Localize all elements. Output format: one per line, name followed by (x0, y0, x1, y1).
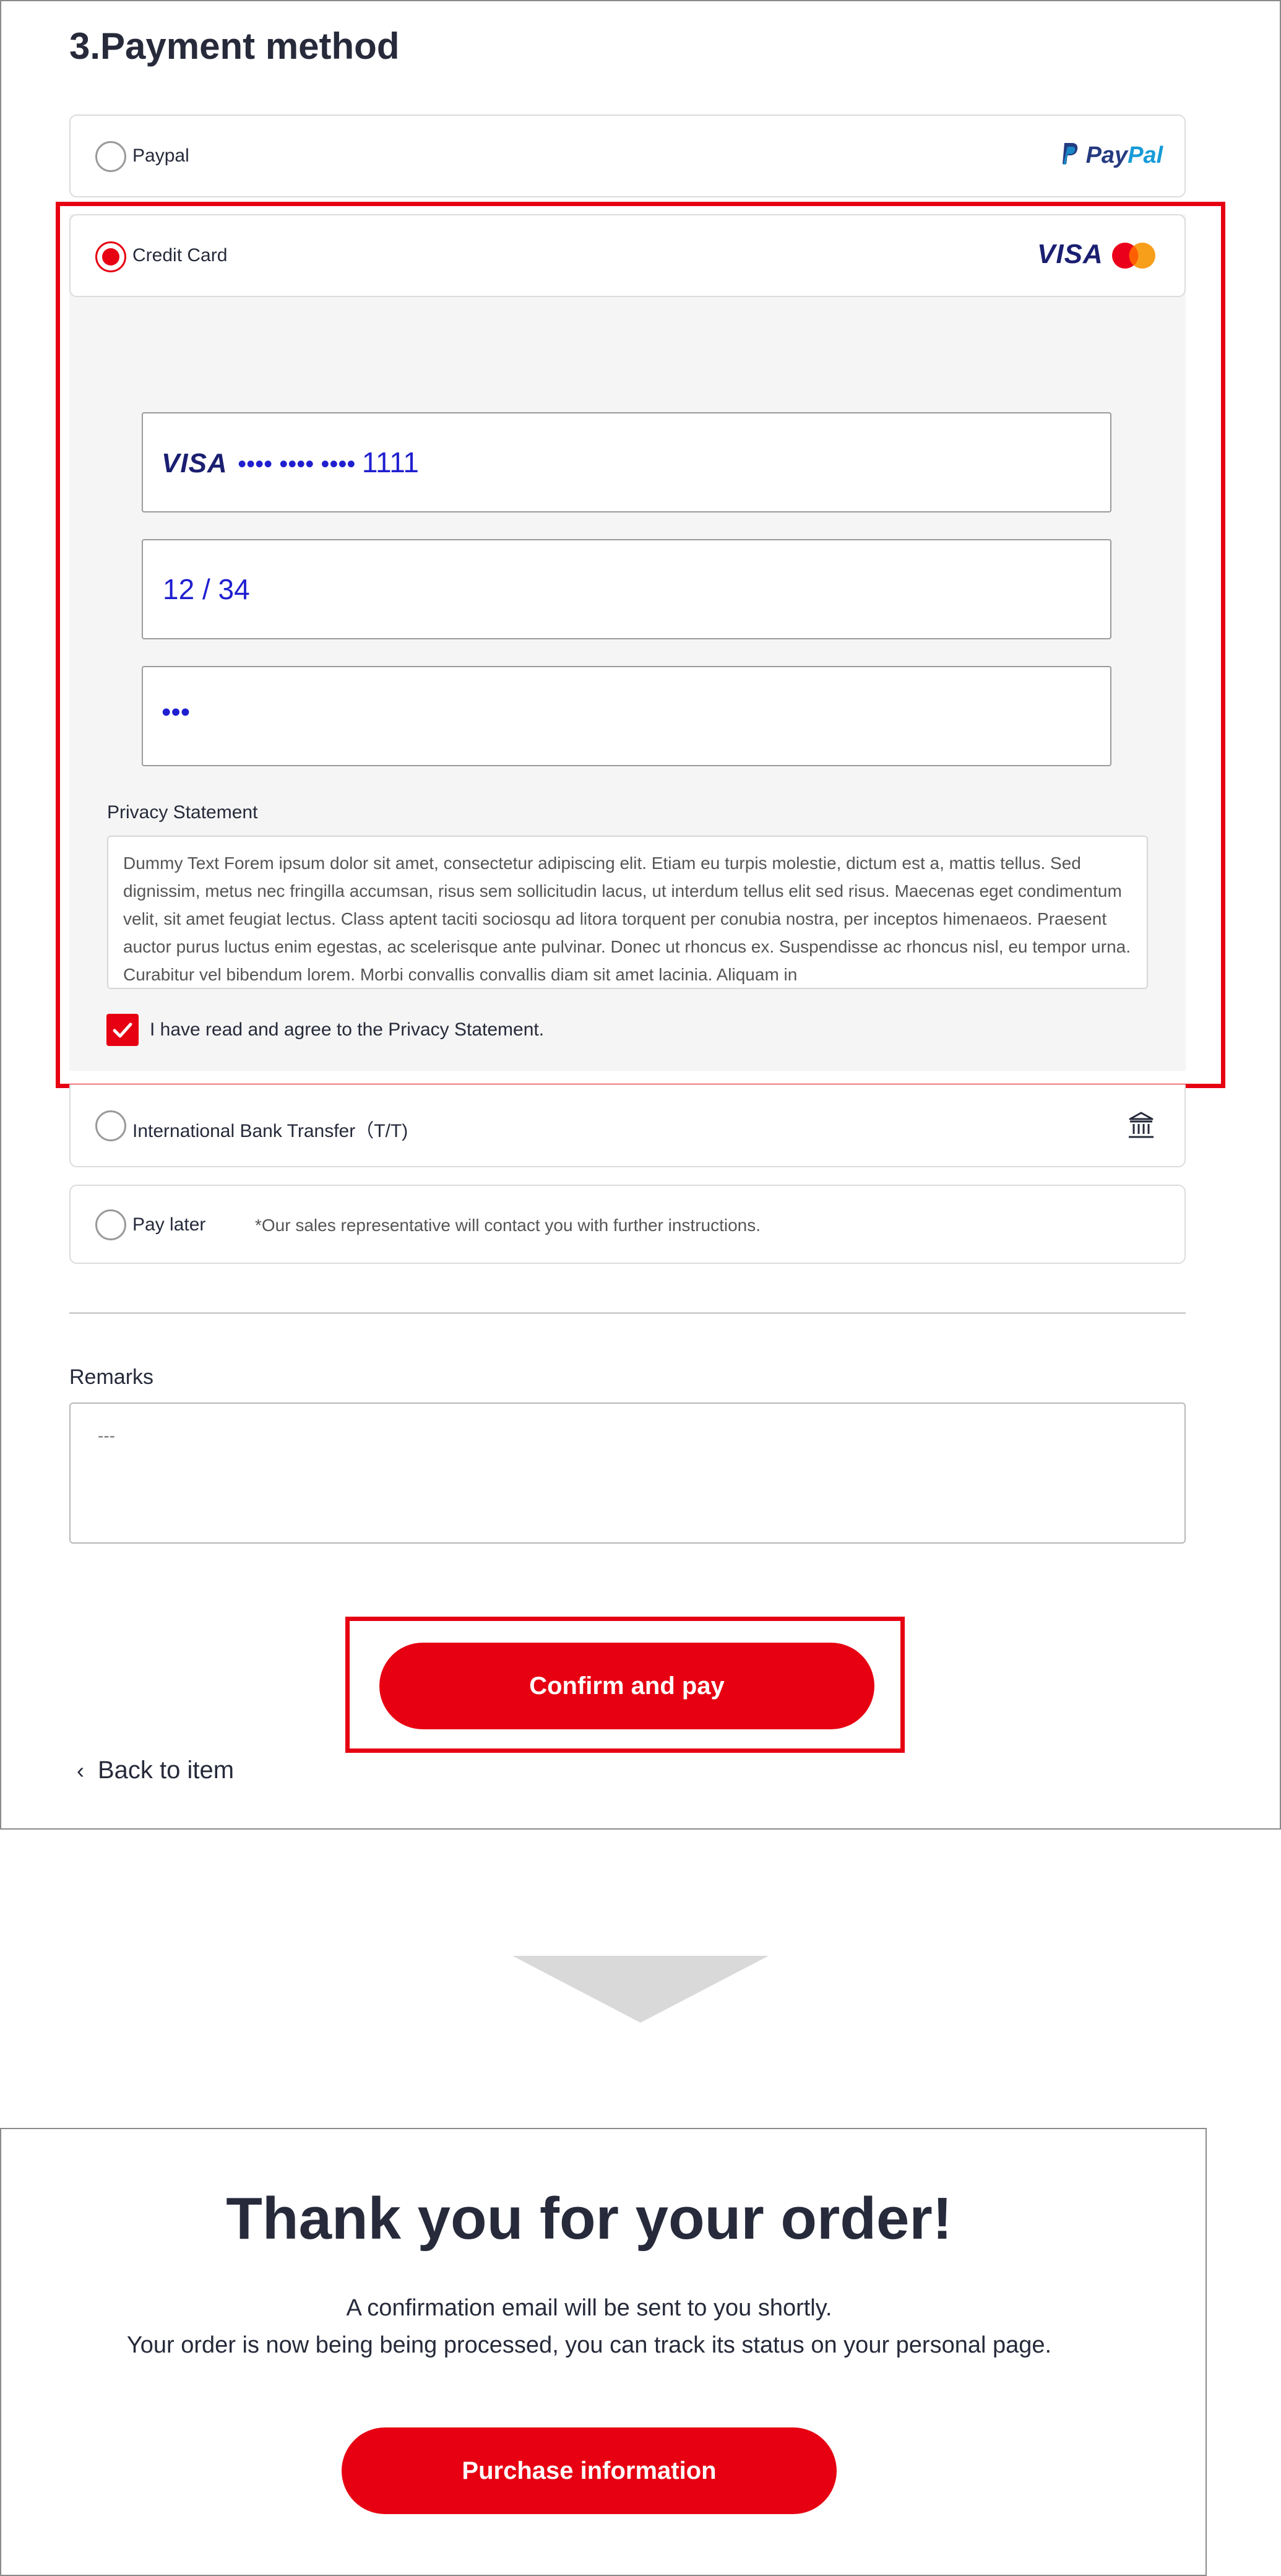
bank-transfer-radio[interactable] (95, 1110, 126, 1141)
pay-later-radio[interactable] (95, 1209, 126, 1240)
pay-later-label: Pay later (132, 1214, 206, 1235)
remarks-input[interactable] (69, 1403, 1186, 1544)
confirm-and-pay-button[interactable]: Confirm and pay (379, 1643, 874, 1729)
paypal-logo: PayPal (1061, 142, 1163, 169)
bank-icon (1129, 1112, 1154, 1138)
section-title: 3.Payment method (69, 25, 400, 67)
pay-later-option[interactable]: Pay later *Our sales representative will… (69, 1185, 1186, 1264)
back-link[interactable]: ‹ Back to item (77, 1757, 234, 1784)
remarks-label: Remarks (69, 1365, 154, 1389)
bank-transfer-option[interactable]: International Bank Transfer（T/T) (69, 1084, 1186, 1167)
paypal-logo-accent: Pal (1128, 142, 1163, 168)
chevron-left-icon: ‹ (77, 1758, 84, 1783)
down-arrow-icon (512, 1956, 769, 2023)
highlight-frame-payment (56, 202, 1225, 1088)
purchase-information-button[interactable]: Purchase information (342, 2427, 837, 2514)
confirmation-text-2: Your order is now being being processed,… (126, 2332, 1052, 2358)
thank-you-title: Thank you for your order! (226, 2185, 952, 2252)
paypal-radio[interactable] (95, 141, 126, 172)
paypal-p-icon (1063, 143, 1078, 165)
paypal-label: Paypal (132, 145, 189, 166)
paypal-logo-main: Pay (1085, 142, 1128, 168)
divider (69, 1312, 1186, 1314)
confirmation-text-1: A confirmation email will be sent to you… (346, 2295, 832, 2321)
pay-later-note: *Our sales representative will contact y… (255, 1216, 761, 1235)
back-link-label: Back to item (98, 1757, 235, 1784)
bank-transfer-label: International Bank Transfer（T/T) (132, 1121, 408, 1141)
paypal-option[interactable]: Paypal PayPal (69, 115, 1186, 197)
